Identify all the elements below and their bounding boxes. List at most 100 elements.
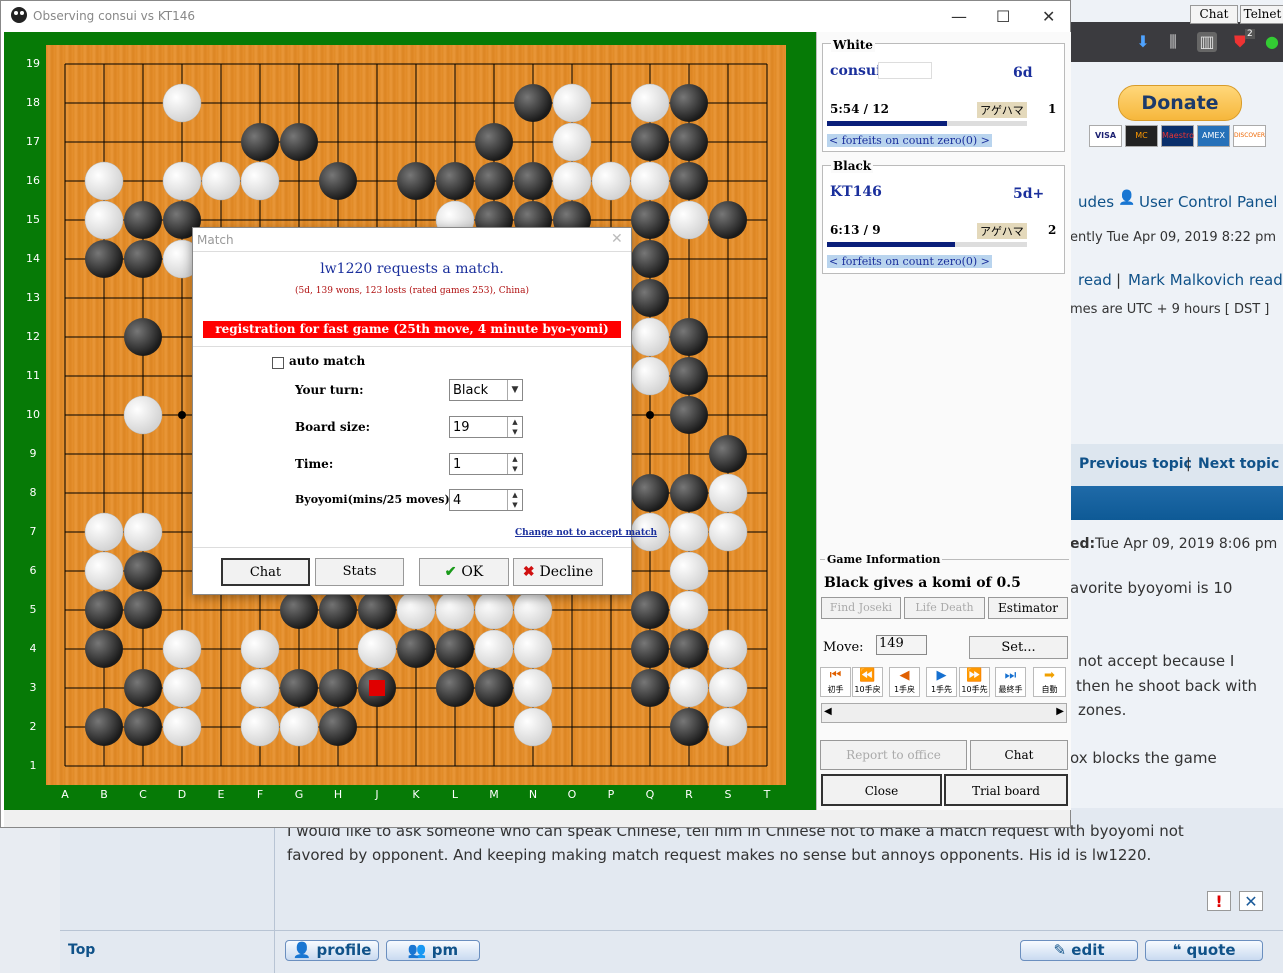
- white-stone[interactable]: [669, 551, 709, 591]
- includes-link[interactable]: udes: [1078, 193, 1114, 211]
- black-stone[interactable]: [709, 435, 747, 473]
- board-size-spinner[interactable]: 19 ▲ ▼: [449, 416, 523, 438]
- black-stone[interactable]: [124, 669, 162, 707]
- white-stone[interactable]: [513, 707, 553, 747]
- white-stone[interactable]: [708, 512, 748, 552]
- black-stone[interactable]: [358, 591, 396, 629]
- profile-button[interactable]: 👤 profile: [285, 940, 379, 961]
- spinner-arrows-icon[interactable]: ▲ ▼: [507, 417, 522, 437]
- change-not-accept-link[interactable]: Change not to accept match: [515, 528, 657, 538]
- byoyomi-spinner[interactable]: 4 ▲ ▼: [449, 489, 523, 511]
- chat-button[interactable]: Chat: [970, 740, 1068, 770]
- black-stone[interactable]: [319, 162, 357, 200]
- sidebar-icon[interactable]: ▥: [1197, 32, 1217, 52]
- set-move-button[interactable]: Set...: [969, 636, 1068, 659]
- white-stone[interactable]: [396, 590, 436, 630]
- white-stone[interactable]: [669, 200, 709, 240]
- black-stone[interactable]: [631, 240, 669, 278]
- black-stone[interactable]: [514, 162, 552, 200]
- edit-button[interactable]: ✎ edit: [1020, 940, 1138, 961]
- white-stone[interactable]: [84, 512, 124, 552]
- scroll-right-icon[interactable]: ▶: [1056, 706, 1064, 717]
- white-stone[interactable]: [240, 629, 280, 669]
- white-stone[interactable]: [162, 707, 202, 747]
- white-stone[interactable]: [162, 629, 202, 669]
- dialog-close-icon[interactable]: ✕: [611, 231, 623, 247]
- dialog-chat-button[interactable]: Chat: [221, 558, 310, 586]
- black-stone[interactable]: [319, 669, 357, 707]
- white-stone[interactable]: [708, 629, 748, 669]
- white-stone[interactable]: [591, 161, 631, 201]
- life-death-button[interactable]: Life Death: [904, 597, 985, 619]
- black-stone[interactable]: [670, 396, 708, 434]
- white-stone[interactable]: [630, 356, 670, 396]
- black-stone[interactable]: [280, 591, 318, 629]
- quote-button[interactable]: ❝ quote: [1145, 940, 1263, 961]
- black-stone[interactable]: [85, 591, 123, 629]
- decline-button[interactable]: ✖ Decline: [513, 558, 603, 586]
- black-stone[interactable]: [670, 318, 708, 356]
- black-stone[interactable]: [670, 474, 708, 512]
- black-stone[interactable]: [514, 84, 552, 122]
- white-stone[interactable]: [357, 629, 397, 669]
- black-stone[interactable]: [436, 669, 474, 707]
- white-stone[interactable]: [162, 83, 202, 123]
- black-stone[interactable]: [124, 240, 162, 278]
- white-stone[interactable]: [123, 512, 163, 552]
- white-stone[interactable]: [552, 161, 592, 201]
- white-stone[interactable]: [162, 668, 202, 708]
- white-stone[interactable]: [708, 473, 748, 513]
- report-post-icon[interactable]: !: [1207, 891, 1231, 911]
- black-stone[interactable]: [397, 162, 435, 200]
- warn-post-icon[interactable]: ✕: [1239, 891, 1263, 911]
- last-move-button[interactable]: ⏭ 最終手: [995, 667, 1026, 697]
- white-stone[interactable]: [552, 83, 592, 123]
- black-stone[interactable]: [670, 708, 708, 746]
- close-icon[interactable]: ✕: [1042, 7, 1055, 26]
- black-stone[interactable]: [670, 162, 708, 200]
- white-stone[interactable]: [474, 590, 514, 630]
- black-stone[interactable]: [124, 591, 162, 629]
- black-stone[interactable]: [397, 630, 435, 668]
- your-turn-select[interactable]: Black ▼: [449, 379, 523, 401]
- white-stone[interactable]: [630, 83, 670, 123]
- white-stone[interactable]: [240, 707, 280, 747]
- black-stone[interactable]: [670, 84, 708, 122]
- black-stone[interactable]: [280, 669, 318, 707]
- donate-button[interactable]: Donate: [1118, 85, 1242, 121]
- white-stone[interactable]: [552, 122, 592, 162]
- top-link[interactable]: Top: [68, 942, 95, 958]
- scroll-left-icon[interactable]: ◀: [824, 706, 832, 717]
- white-stone[interactable]: [669, 590, 709, 630]
- trial-board-button[interactable]: Trial board: [944, 774, 1068, 806]
- black-stone[interactable]: [85, 708, 123, 746]
- move-scrollbar[interactable]: ◀ ▶: [821, 703, 1067, 723]
- tab-telnet[interactable]: Telnet: [1240, 5, 1283, 24]
- black-stone[interactable]: [670, 630, 708, 668]
- download-icon[interactable]: ⬇: [1133, 32, 1153, 52]
- white-stone[interactable]: [240, 161, 280, 201]
- tab-chat[interactable]: Chat: [1190, 5, 1238, 24]
- black-stone[interactable]: [124, 201, 162, 239]
- white-stone[interactable]: [162, 161, 202, 201]
- library-icon[interactable]: ⫼: [1163, 32, 1183, 52]
- spinner-arrows-icon[interactable]: ▲ ▼: [507, 454, 522, 474]
- black-stone[interactable]: [670, 357, 708, 395]
- back-1-button[interactable]: ◀ 1手戻: [889, 667, 920, 697]
- white-stone[interactable]: [474, 629, 514, 669]
- black-stone[interactable]: [475, 669, 513, 707]
- black-stone[interactable]: [631, 630, 669, 668]
- black-stone[interactable]: [631, 201, 669, 239]
- white-stone[interactable]: [435, 590, 475, 630]
- black-stone[interactable]: [124, 708, 162, 746]
- black-stone[interactable]: [319, 708, 357, 746]
- black-stone[interactable]: [670, 123, 708, 161]
- white-stone[interactable]: [513, 590, 553, 630]
- black-stone[interactable]: [85, 240, 123, 278]
- forward-1-button[interactable]: ▶ 1手先: [926, 667, 957, 697]
- read-link[interactable]: read: [1078, 271, 1112, 289]
- stats-button[interactable]: Stats: [315, 558, 404, 586]
- black-stone[interactable]: [319, 591, 357, 629]
- white-stone[interactable]: [240, 668, 280, 708]
- white-stone[interactable]: [669, 668, 709, 708]
